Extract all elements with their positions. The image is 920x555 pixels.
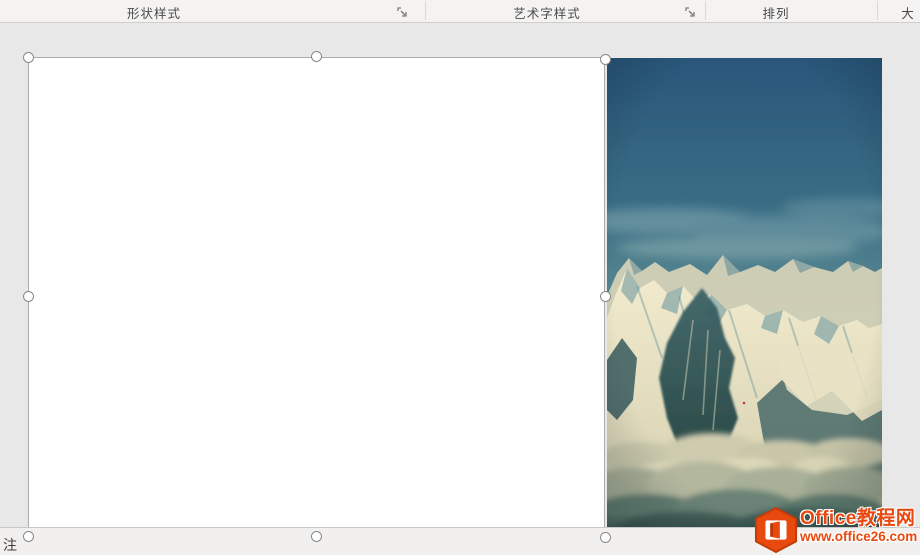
office-logo-icon bbox=[754, 506, 798, 554]
wordart-styles-dialog-launcher-icon[interactable] bbox=[685, 6, 699, 20]
selected-rectangle-shape[interactable] bbox=[28, 57, 605, 536]
notes-label: 注 bbox=[3, 537, 17, 553]
ribbon-group-strip: 形状样式 艺术字样式 排列 大 bbox=[0, 0, 920, 23]
selection-handle-top-middle[interactable] bbox=[311, 51, 322, 62]
ribbon-group-wordart-styles: 艺术字样式 bbox=[513, 7, 581, 21]
selection-handle-middle-right[interactable] bbox=[600, 291, 611, 302]
selection-handle-top-left[interactable] bbox=[23, 52, 34, 63]
selection-handle-bottom-right[interactable] bbox=[600, 532, 611, 543]
group-divider bbox=[877, 1, 878, 20]
watermark-url: www.office26.com bbox=[800, 529, 918, 544]
powerpoint-window: 形状样式 艺术字样式 排列 大 注 Office教程网 www.office26… bbox=[0, 0, 920, 555]
selection-handle-top-right[interactable] bbox=[600, 54, 611, 65]
group-divider bbox=[705, 1, 706, 20]
ribbon-group-arrange: 排列 bbox=[762, 7, 790, 21]
mountain-photo-art bbox=[607, 58, 882, 539]
selection-handle-bottom-middle[interactable] bbox=[311, 531, 322, 542]
slide-canvas[interactable] bbox=[0, 23, 920, 543]
watermark-text: Office教程网 www.office26.com bbox=[800, 508, 920, 545]
watermark-title: Office教程网 bbox=[800, 508, 916, 529]
selection-handle-bottom-left[interactable] bbox=[23, 531, 34, 542]
shape-styles-dialog-launcher-icon[interactable] bbox=[397, 6, 411, 20]
selection-handle-middle-left[interactable] bbox=[23, 291, 34, 302]
mountain-photo[interactable] bbox=[607, 58, 882, 539]
ribbon-group-size-truncated: 大 bbox=[901, 7, 915, 21]
ribbon-group-shape-styles: 形状样式 bbox=[126, 7, 182, 21]
group-divider bbox=[425, 1, 426, 20]
watermark: Office教程网 www.office26.com bbox=[754, 505, 920, 555]
